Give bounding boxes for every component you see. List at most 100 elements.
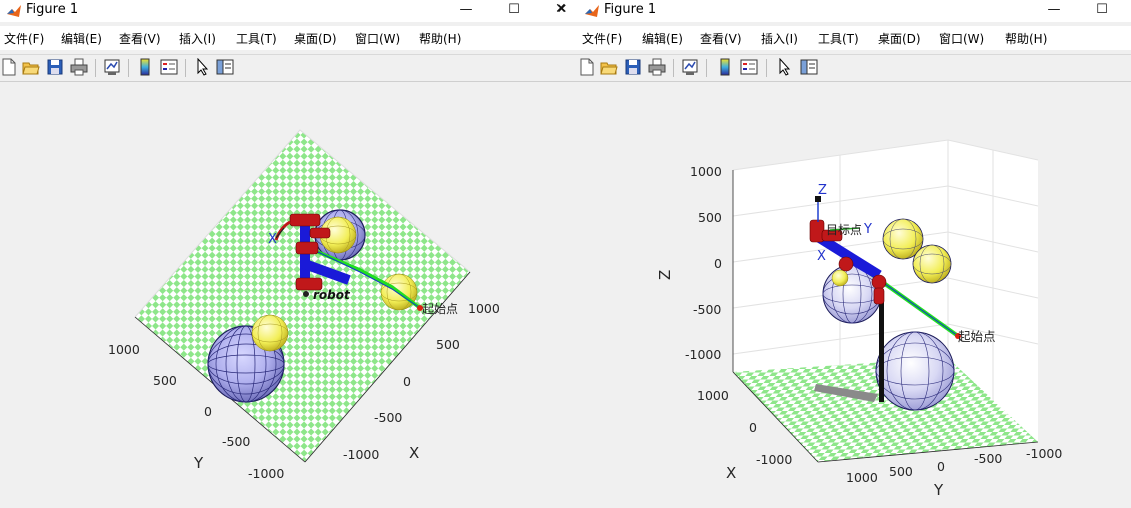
y-tick: 500 <box>153 373 177 388</box>
save-icon[interactable] <box>624 58 642 76</box>
x-tick: 0 <box>403 374 411 389</box>
z-tick: 0 <box>714 256 722 271</box>
x-tick: -1000 <box>756 452 792 467</box>
pointer-icon[interactable] <box>776 58 794 76</box>
x-tick: -1000 <box>343 447 379 462</box>
colorbar-icon[interactable] <box>136 58 154 76</box>
y-tick: 0 <box>204 404 212 419</box>
minimize-button[interactable]: — <box>446 0 486 22</box>
print-icon[interactable] <box>70 58 88 76</box>
menu-window[interactable]: 窗口(W) <box>355 30 400 47</box>
right-3d-axes[interactable]: Z Y X 目标点 起始点 1000 500 0 -500 -1000 Z 10… <box>578 82 1131 508</box>
z-tick: 1000 <box>690 164 722 179</box>
menu-insert[interactable]: 插入(I) <box>179 30 216 47</box>
window-title: Figure 1 <box>604 2 657 17</box>
menu-view[interactable]: 查看(V) <box>119 30 161 47</box>
title-bar: Figure 1 — ☐ <box>578 0 1131 22</box>
menu-desktop[interactable]: 桌面(D) <box>294 30 337 47</box>
save-icon[interactable] <box>46 58 64 76</box>
menu-help[interactable]: 帮助(H) <box>1005 30 1047 47</box>
menu-help[interactable]: 帮助(H) <box>419 30 461 47</box>
x-tick: 500 <box>436 337 460 352</box>
property-editor-icon[interactable] <box>216 58 234 76</box>
target-point-label: 目标点 <box>826 223 862 237</box>
menu-window[interactable]: 窗口(W) <box>939 30 984 47</box>
menu-desktop[interactable]: 桌面(D) <box>878 30 921 47</box>
figure-toolbar <box>578 54 1131 82</box>
frame-z-label: Z <box>818 183 827 198</box>
z-axis-label: Z <box>656 270 674 280</box>
figure-window-left: Figure 1 — ☐ ✕ 文件(F) 编辑(E) 查看(V) 插入(I) 工… <box>0 0 578 508</box>
menu-bar: 文件(F) 编辑(E) 查看(V) 插入(I) 工具(T) 桌面(D) 窗口(W… <box>578 26 1131 50</box>
minimize-button[interactable]: — <box>1034 0 1074 22</box>
y-axis-label: Y <box>193 454 204 472</box>
legend-icon[interactable] <box>740 58 758 76</box>
menu-file[interactable]: 文件(F) <box>4 30 44 47</box>
menu-view[interactable]: 查看(V) <box>700 30 742 47</box>
new-figure-icon[interactable] <box>578 58 596 76</box>
print-icon[interactable] <box>648 58 666 76</box>
z-tick: -1000 <box>685 347 721 362</box>
toolbar-separator <box>766 59 767 77</box>
x-tick: -500 <box>374 410 402 425</box>
menu-file[interactable]: 文件(F) <box>582 30 622 47</box>
frame-y-label: Y <box>863 222 872 237</box>
y-tick: -500 <box>222 434 250 449</box>
new-figure-icon[interactable] <box>0 58 18 76</box>
toolbar-separator <box>95 59 96 77</box>
obstacle-sphere-large <box>875 331 955 411</box>
toolbar-separator <box>673 59 674 77</box>
legend-icon[interactable] <box>160 58 178 76</box>
link-plot-icon[interactable] <box>681 58 699 76</box>
x-tick: 1000 <box>697 388 729 403</box>
property-editor-icon[interactable] <box>800 58 818 76</box>
menu-tools[interactable]: 工具(T) <box>236 30 277 47</box>
menu-insert[interactable]: 插入(I) <box>761 30 798 47</box>
toolbar-separator <box>128 59 129 77</box>
pointer-icon[interactable] <box>194 58 212 76</box>
menu-edit[interactable]: 编辑(E) <box>642 30 683 47</box>
menu-edit[interactable]: 编辑(E) <box>61 30 102 47</box>
figure-window-right: Figure 1 — ☐ 文件(F) 编辑(E) 查看(V) 插入(I) 工具(… <box>578 0 1131 508</box>
frame-x-label: X <box>817 249 826 264</box>
x-axis-label: X <box>726 464 736 482</box>
menu-bar: 文件(F) 编辑(E) 查看(V) 插入(I) 工具(T) 桌面(D) 窗口(W… <box>0 26 578 50</box>
start-point-label: 起始点 <box>422 302 458 316</box>
z-tick: -500 <box>693 302 721 317</box>
yellow-sphere-3 <box>831 269 849 287</box>
link-plot-icon[interactable] <box>103 58 121 76</box>
yellow-sphere-3 <box>251 314 289 352</box>
z-tick: 500 <box>698 210 722 225</box>
title-bar: Figure 1 — ☐ ✕ <box>0 0 578 22</box>
start-point-label: 起始点 <box>958 329 996 344</box>
frame-x-label: X <box>268 232 277 247</box>
figure-toolbar <box>0 54 578 82</box>
y-tick: 1000 <box>108 342 140 357</box>
colorbar-icon[interactable] <box>716 58 734 76</box>
robot-label: robot <box>313 288 351 302</box>
y-tick: -1000 <box>1026 446 1062 461</box>
matlab-logo-icon <box>7 5 21 17</box>
y-axis-label: Y <box>933 481 944 499</box>
close-button-right[interactable]: ✕ <box>555 1 567 17</box>
menu-tools[interactable]: 工具(T) <box>818 30 859 47</box>
x-axis-label: X <box>409 444 419 462</box>
y-tick: 500 <box>889 464 913 479</box>
y-tick: -500 <box>974 451 1002 466</box>
matlab-logo-icon <box>585 5 599 17</box>
open-file-icon[interactable] <box>600 58 618 76</box>
x-tick: 0 <box>749 420 757 435</box>
y-tick: -1000 <box>248 466 284 481</box>
left-3d-axes[interactable]: X robot 起始点 1000 500 0 -500 -1000 Y 1000… <box>0 82 578 508</box>
maximize-button[interactable]: ☐ <box>1082 0 1122 22</box>
floor-grid <box>135 130 470 462</box>
open-file-icon[interactable] <box>22 58 40 76</box>
x-tick: 1000 <box>468 301 500 316</box>
y-tick: 1000 <box>846 470 878 485</box>
window-title: Figure 1 <box>26 2 79 17</box>
yellow-sphere-2 <box>912 244 952 284</box>
y-tick: 0 <box>937 459 945 474</box>
maximize-button[interactable]: ☐ <box>494 0 534 22</box>
toolbar-separator <box>185 59 186 77</box>
toolbar-separator <box>706 59 707 77</box>
